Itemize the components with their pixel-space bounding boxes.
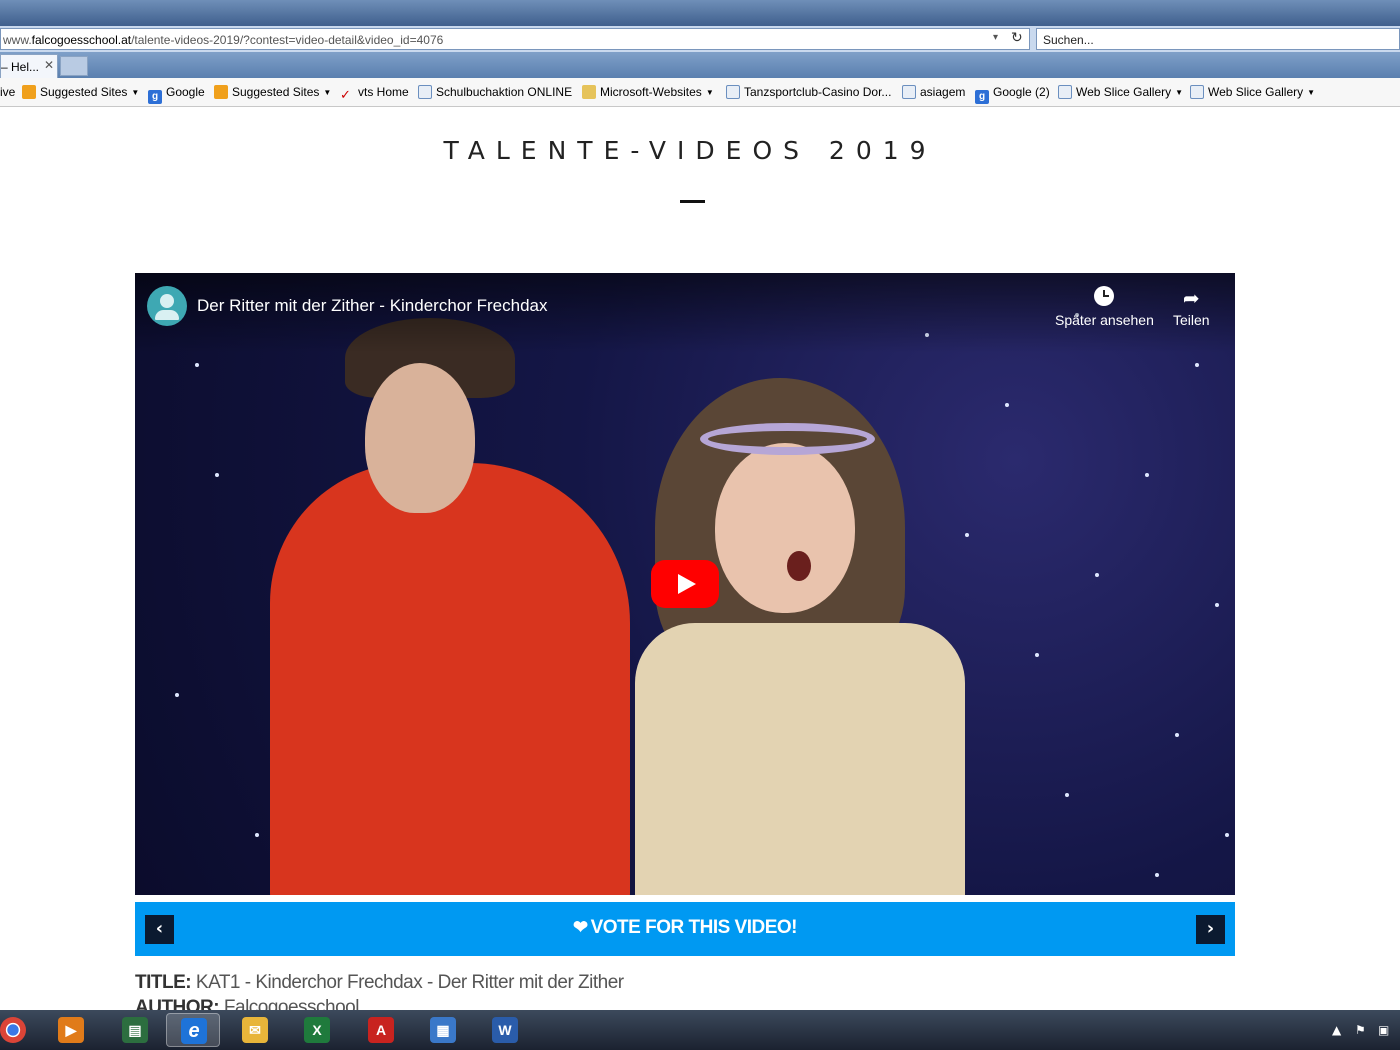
favorite-item[interactable]: Tanzsportclub-Casino Dor... <box>726 85 891 99</box>
favorite-item[interactable]: ive <box>0 85 15 99</box>
ie-page-icon <box>902 85 916 99</box>
title-divider <box>680 200 705 203</box>
video-title[interactable]: Der Ritter mit der Zither - Kinderchor F… <box>197 296 548 316</box>
favorite-item[interactable]: Web Slice Gallery ▼ <box>1190 85 1315 99</box>
google-icon: g <box>975 90 989 104</box>
refresh-icon[interactable]: ↻ <box>1011 30 1023 46</box>
favorite-item[interactable]: Web Slice Gallery ▼ <box>1058 85 1183 99</box>
tab-strip <box>0 52 1400 78</box>
next-video-button[interactable]: › <box>1196 915 1225 944</box>
chevron-down-icon[interactable]: ▼ <box>1307 88 1315 97</box>
play-button-icon[interactable] <box>651 560 719 608</box>
favorite-item[interactable]: asiagem <box>902 85 965 99</box>
chevron-down-icon[interactable]: ▼ <box>706 88 714 97</box>
star-dot <box>1035 653 1039 657</box>
outlook-icon[interactable]: ✉ <box>228 1013 282 1047</box>
star-dot <box>1225 833 1229 837</box>
star-dot <box>1065 793 1069 797</box>
remote-desktop-icon[interactable]: ▦ <box>416 1013 470 1047</box>
chrome-icon[interactable] <box>0 1013 40 1047</box>
share-button[interactable]: ➦ Teilen <box>1173 286 1210 328</box>
media-player-icon[interactable]: ▶ <box>44 1013 98 1047</box>
thumbnail-dress <box>635 623 965 895</box>
title-key: TITLE: <box>135 972 192 993</box>
watch-later-button[interactable]: Später ansehen <box>1055 286 1154 328</box>
tab-label: – Hel... <box>1 60 40 74</box>
clock-icon <box>1094 286 1115 306</box>
star-dot <box>1215 603 1219 607</box>
folder-icon <box>582 85 596 99</box>
google-icon: g <box>148 90 162 104</box>
internet-explorer-icon[interactable]: e <box>166 1013 220 1047</box>
network-icon[interactable]: ▣ <box>1378 1023 1389 1037</box>
favorite-item[interactable]: Schulbuchaktion ONLINE <box>418 85 572 99</box>
chevron-down-icon[interactable]: ▾ <box>993 32 998 43</box>
watch-later-label: Später ansehen <box>1055 312 1154 328</box>
title-value: KAT1 - Kinderchor Frechdax - Der Ritter … <box>195 972 624 993</box>
chevron-down-icon[interactable]: ▼ <box>1175 88 1183 97</box>
new-tab-button[interactable] <box>60 56 88 76</box>
chevron-down-icon[interactable]: ▼ <box>131 88 139 97</box>
favorite-item[interactable]: Microsoft-Websites ▼ <box>582 85 714 99</box>
address-url: www.falcogoesschool.at/talente-videos-20… <box>3 33 444 47</box>
favorite-item[interactable]: ✓ vts Home <box>340 85 409 102</box>
vote-button[interactable]: ❤ VOTE FOR THIS VIDEO! <box>135 917 1235 939</box>
star-dot <box>1145 473 1149 477</box>
action-center-flag-icon[interactable]: ⚑ <box>1355 1023 1366 1037</box>
close-icon[interactable]: ✕ <box>44 58 54 72</box>
star-dot <box>1175 733 1179 737</box>
star-dot <box>1195 363 1199 367</box>
search-input[interactable]: Suchen... <box>1036 28 1400 50</box>
suggested-sites-icon <box>214 85 228 99</box>
star-dot <box>1095 573 1099 577</box>
thumbnail-crown <box>700 423 875 455</box>
taskbar: ▶ ▤ e ✉ X A ▦ W ▲ ⚑ ▣ <box>0 1010 1400 1050</box>
ie-page-icon <box>418 85 432 99</box>
thumbnail-figure-man <box>270 463 630 895</box>
video-title-row: TITLE: KAT1 - Kinderchor Frechdax - Der … <box>135 972 624 994</box>
share-icon: ➦ <box>1182 288 1200 310</box>
star-dot <box>255 833 259 837</box>
vts-icon: ✓ <box>340 87 351 102</box>
star-dot <box>965 533 969 537</box>
vote-bar: ‹ ❤ VOTE FOR THIS VIDEO! › <box>135 902 1235 956</box>
share-label: Teilen <box>1173 312 1210 328</box>
web-slice-icon <box>1058 85 1072 99</box>
favorite-item[interactable]: g Google <box>148 85 205 104</box>
star-dot <box>1005 403 1009 407</box>
favorites-bar: ive Suggested Sites ▼ g Google Suggested S… <box>0 78 1400 107</box>
favorite-item[interactable]: Suggested Sites ▼ <box>214 85 331 99</box>
thumbnail-mouth <box>787 551 811 581</box>
excel-icon[interactable]: X <box>290 1013 344 1047</box>
star-dot <box>1155 873 1159 877</box>
star-dot <box>175 693 179 697</box>
suggested-sites-icon <box>22 85 36 99</box>
ie-page-icon <box>726 85 740 99</box>
search-placeholder: Suchen... <box>1043 33 1094 47</box>
favorite-item[interactable]: Suggested Sites ▼ <box>22 85 139 99</box>
page-title: TALENTE-VIDEOS 2019 <box>443 136 937 165</box>
favorite-item[interactable]: g Google (2) <box>975 85 1050 104</box>
star-dot <box>215 473 219 477</box>
star-dot <box>195 363 199 367</box>
web-slice-icon <box>1190 85 1204 99</box>
vote-label: VOTE FOR THIS VIDEO! <box>590 917 798 938</box>
tray-expand-icon[interactable]: ▲ <box>1332 1023 1341 1037</box>
window-title-bar <box>0 0 1400 26</box>
tab-active[interactable]: – Hel... ✕ <box>0 54 58 78</box>
thumbnail-face-man <box>365 363 475 513</box>
acrobat-icon[interactable]: A <box>354 1013 408 1047</box>
video-player[interactable]: Der Ritter mit der Zither - Kinderchor F… <box>135 273 1235 895</box>
word-icon[interactable]: W <box>478 1013 532 1047</box>
thumbnail-face-girl <box>715 443 855 613</box>
task-manager-icon[interactable]: ▤ <box>108 1013 162 1047</box>
heart-icon: ❤ <box>573 917 588 937</box>
chevron-down-icon[interactable]: ▼ <box>323 88 331 97</box>
channel-avatar[interactable] <box>147 286 187 326</box>
address-bar[interactable]: www.falcogoesschool.at/talente-videos-20… <box>0 28 1030 50</box>
